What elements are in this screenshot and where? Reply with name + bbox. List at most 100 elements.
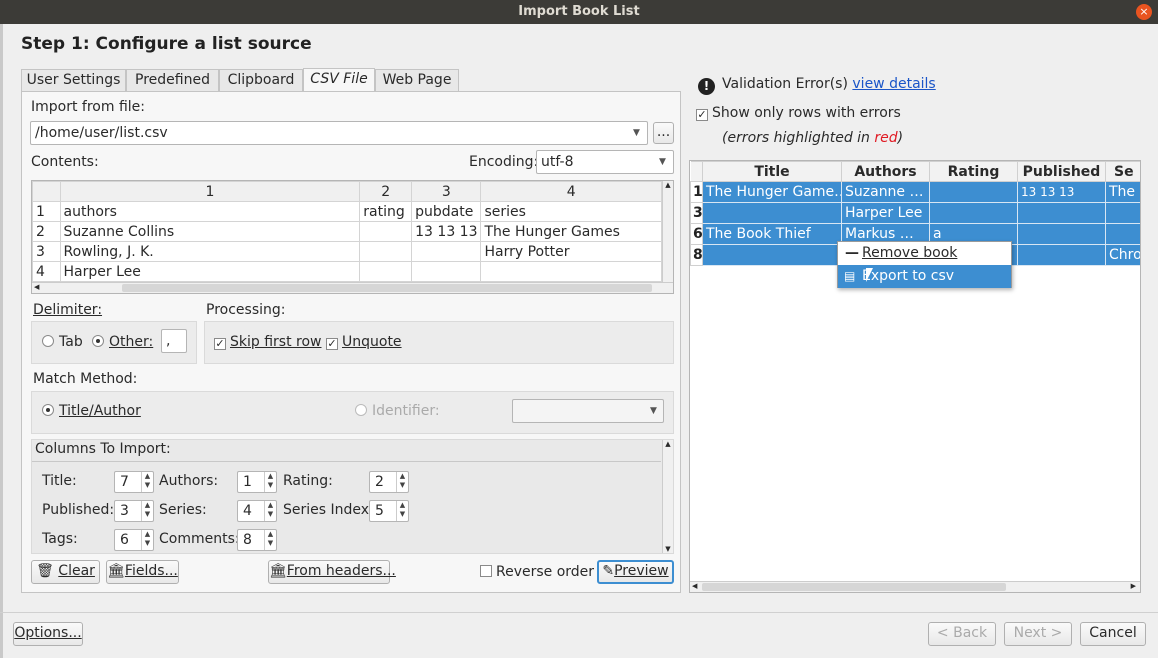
menu-item-remove-book[interactable]: — Remove book [838,242,1011,265]
table-cell[interactable]: The Hunger Game… [702,181,842,203]
unquote-checkbox[interactable]: ✓ Unquote [326,334,402,350]
column-header[interactable]: Rating [929,161,1018,182]
table-row[interactable]: 2 Suzanne Collins 13 13 13 The Hunger Games [32,221,662,242]
table-cell[interactable] [1105,202,1140,224]
column-header[interactable]: 2 [359,181,413,202]
title-author-radio[interactable]: Title/Author [42,403,141,419]
scroll-left-icon[interactable]: ◀ [34,283,39,291]
cancel-button[interactable]: Cancel [1080,622,1146,646]
series-index-column-spinbox[interactable]: 5 ▲ ▼ [369,500,409,522]
table-row[interactable]: 1 authors rating pubdate series [32,201,662,222]
table-cell[interactable] [480,261,662,282]
identifier-radio[interactable]: Identifier: [355,403,440,419]
table-cell[interactable]: Suzanne … [841,181,930,203]
contents-table[interactable]: 1 2 3 4 1 authors rating pubdate series 2 Suz… [31,180,674,294]
series-column-spinbox[interactable]: 4 ▲ ▼ [237,500,277,522]
scroll-right-icon[interactable]: ▶ [1131,582,1136,590]
table-cell[interactable] [359,241,413,262]
vertical-scrollbar[interactable]: ▲ [662,181,673,282]
reverse-order-checkbox[interactable]: Reverse order [480,564,594,580]
column-header[interactable]: 1 [59,181,361,202]
spin-arrows-icon[interactable]: ▲ ▼ [141,501,153,521]
table-cell[interactable] [1105,223,1140,245]
table-cell[interactable]: pubdate [411,201,482,222]
table-cell[interactable] [702,202,842,224]
scroll-up-icon[interactable]: ▲ [663,181,673,189]
tab-clipboard[interactable]: Clipboard [219,69,303,91]
encoding-select[interactable]: utf-8 [536,150,674,174]
table-cell[interactable]: The Book Thief [702,223,842,245]
tab-radio[interactable]: Tab [42,334,83,350]
next-button[interactable]: Next > [1004,622,1072,646]
scroll-down-icon[interactable]: ▼ [663,545,673,553]
other-delimiter-input[interactable]: , [161,329,187,353]
menu-item-export-csv[interactable]: ▤ Export to csv [838,265,1011,288]
column-header[interactable]: Title [702,161,842,182]
table-cell[interactable] [929,181,1018,203]
table-cell[interactable] [1017,223,1106,245]
column-header[interactable]: 4 [480,181,662,202]
spin-arrows-icon[interactable]: ▲ ▼ [396,501,408,521]
table-cell[interactable]: rating [359,201,413,222]
back-button[interactable]: < Back [928,622,996,646]
column-header[interactable]: Published [1017,161,1106,182]
table-cell[interactable]: The Hunger Games [480,221,662,242]
table-row[interactable]: 4 Harper Lee [32,261,662,282]
table-cell[interactable] [1017,202,1106,224]
published-column-spinbox[interactable]: 3 ▲ ▼ [114,500,154,522]
table-cell[interactable]: The H [1105,181,1140,203]
radio-selected-icon[interactable] [92,335,104,347]
table-cell[interactable] [702,244,842,266]
chevron-down-icon[interactable]: ▼ [633,128,640,138]
scroll-up-icon[interactable]: ▲ [663,440,673,448]
column-header[interactable]: Se [1105,161,1140,182]
clear-button[interactable]: 🗑 Clear [31,560,100,584]
table-cell[interactable] [1017,244,1106,266]
table-cell[interactable]: Chro [1105,244,1140,266]
table-cell[interactable]: Rowling, J. K. [59,241,361,262]
validation-table[interactable]: Title Authors Rating Published Se 1 The H… [689,160,1141,593]
spin-arrows-icon[interactable]: ▲ ▼ [264,472,276,492]
show-only-errors-checkbox[interactable]: ✓ Show only rows with errors [696,105,901,121]
chevron-down-icon[interactable]: ▼ [650,406,657,416]
tab-web-page[interactable]: Web Page [375,69,459,91]
radio-icon[interactable] [355,404,367,416]
tags-column-spinbox[interactable]: 6 ▲ ▼ [114,529,154,551]
comments-column-spinbox[interactable]: 8 ▲ ▼ [237,529,277,551]
identifier-select[interactable] [512,399,664,423]
chevron-down-icon[interactable]: ▼ [659,157,666,167]
tab-csv-file[interactable]: CSV File [303,68,375,92]
table-cell[interactable]: 13 13 13 [1017,181,1106,203]
from-headers-button[interactable]: 🏛From headers... [268,560,396,584]
table-cell[interactable] [929,202,1018,224]
view-details-link[interactable]: view details [852,76,935,92]
other-radio[interactable]: Other: [92,334,153,350]
table-cell[interactable]: series [480,201,662,222]
table-cell[interactable] [411,241,482,262]
spin-arrows-icon[interactable]: ▲ ▼ [396,472,408,492]
spin-arrows-icon[interactable]: ▲ ▼ [264,530,276,550]
table-cell[interactable]: Harper Lee [841,202,930,224]
authors-column-spinbox[interactable]: 1 ▲ ▼ [237,471,277,493]
table-cell[interactable] [411,261,482,282]
spin-arrows-icon[interactable]: ▲ ▼ [264,501,276,521]
checkbox-icon[interactable] [480,565,492,577]
scroll-thumb[interactable] [122,284,652,292]
skip-first-row-checkbox[interactable]: ✓ Skip first row [214,334,322,350]
radio-selected-icon[interactable] [42,404,54,416]
column-header[interactable]: Authors [841,161,930,182]
checkmark-icon[interactable]: ✓ [326,338,338,350]
options-button[interactable]: Options... [13,622,83,646]
browse-button[interactable]: ... [653,122,674,144]
table-cell[interactable]: Suzanne Collins [59,221,361,242]
table-cell[interactable] [359,221,413,242]
vertical-scrollbar[interactable]: ▲ ▼ [662,440,673,553]
table-cell[interactable]: authors [59,201,361,222]
file-path-combo[interactable]: /home/user/list.csv [30,121,648,145]
table-row[interactable]: 1The Hunger Game…Suzanne … 13 13 13The H [690,181,1140,203]
table-row[interactable]: 3 Harper Lee [690,202,1140,224]
scroll-left-icon[interactable]: ◀ [692,582,697,590]
spin-arrows-icon[interactable]: ▲ ▼ [141,472,153,492]
title-column-spinbox[interactable]: 7 ▲ ▼ [114,471,154,493]
table-row[interactable]: 3 Rowling, J. K. Harry Potter [32,241,662,262]
